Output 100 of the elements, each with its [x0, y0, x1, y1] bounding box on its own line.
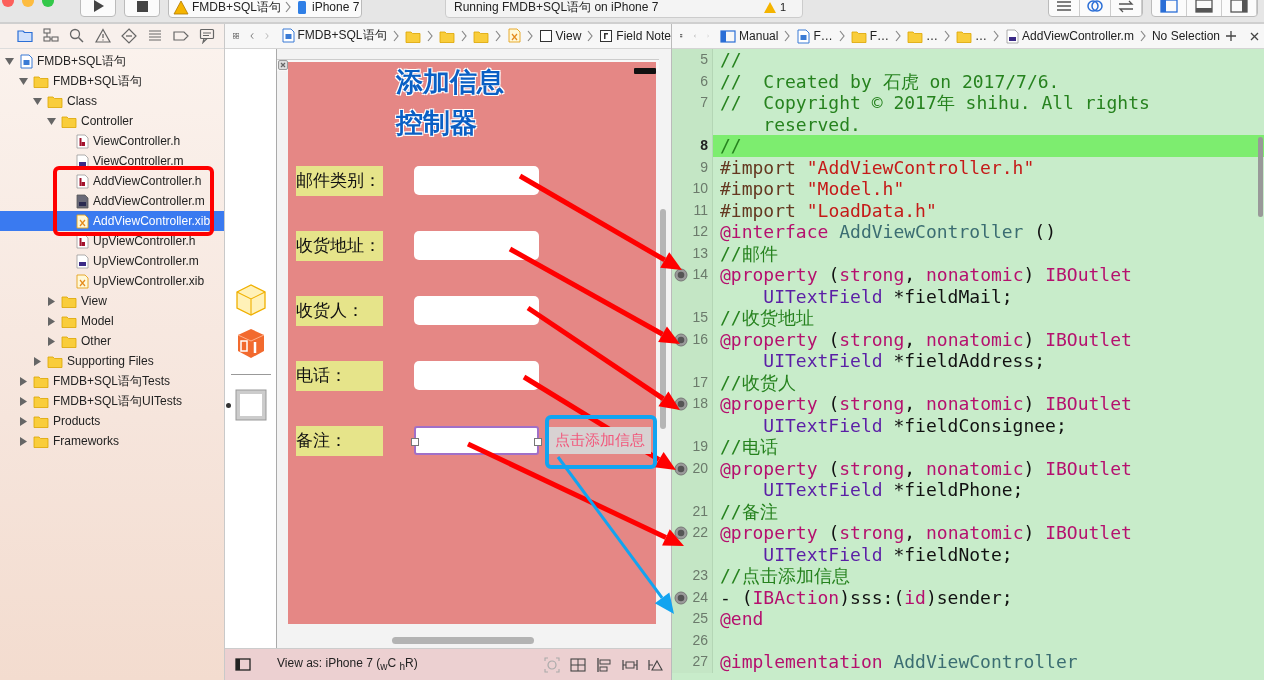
tree-item[interactable]: Supporting Files: [0, 351, 224, 371]
disclosure-icon[interactable]: [46, 335, 57, 347]
code-line: #import "LoadData.h": [720, 199, 938, 221]
line-number: 16: [692, 329, 709, 349]
disclosure-icon[interactable]: [18, 415, 29, 427]
code-line: @property (strong, nonatomic) IBOutlet: [720, 264, 1133, 286]
code-line: @interface AddViewController (): [720, 221, 1057, 243]
tree-item[interactable]: FMDB+SQL语句: [0, 71, 224, 91]
tree-item[interactable]: Frameworks: [0, 431, 224, 451]
issue-navigator-button[interactable]: [95, 28, 111, 44]
resize-handle[interactable]: [534, 438, 542, 447]
test-navigator-button[interactable]: [121, 28, 137, 44]
tree-item[interactable]: AddViewController.m: [0, 191, 224, 211]
outlet-connection-icon[interactable]: [674, 268, 688, 282]
close-button[interactable]: [1249, 30, 1260, 42]
text-field[interactable]: [414, 361, 539, 391]
line-number: 5: [700, 50, 709, 69]
disclosure-icon[interactable]: [46, 295, 57, 307]
code-line: UITextField *fieldMail;: [762, 285, 1014, 307]
breadcrumb-item[interactable]: …: [907, 29, 939, 43]
folder-icon: [404, 29, 421, 43]
chevron-icon: [783, 30, 792, 42]
line-number: 6: [700, 71, 709, 91]
disclosure-icon[interactable]: [46, 315, 57, 327]
code-line: @property (strong, nonatomic) IBOutlet: [720, 328, 1133, 350]
document-icon: [280, 28, 295, 44]
source-file-icon: [75, 153, 89, 169]
line-number: 20: [692, 458, 709, 478]
disclosure-icon[interactable]: [32, 355, 43, 367]
outlet-connection-icon[interactable]: [674, 526, 688, 540]
breadcrumb-item[interactable]: View: [538, 29, 582, 43]
breadcrumb-item[interactable]: FMDB+SQL语句: [280, 27, 387, 45]
tree-item[interactable]: AddViewController.xib: [0, 211, 224, 231]
close-icon[interactable]: [278, 59, 288, 70]
align-button[interactable]: [595, 655, 613, 674]
breadcrumb-item[interactable]: [506, 28, 521, 44]
device-config-label[interactable]: View as: iPhone 7 ($_{w}$C $_{h}$R): [277, 656, 418, 673]
header-file-icon: [75, 133, 89, 149]
line-number: 25: [692, 609, 709, 628]
tree-item[interactable]: UpViewController.h: [0, 231, 224, 251]
breadcrumb-item[interactable]: F…: [796, 28, 833, 44]
line-number: 18: [692, 394, 709, 413]
folder-icon: [61, 294, 77, 308]
stop-button[interactable]: [124, 0, 160, 17]
outlet-connection-icon[interactable]: [674, 590, 688, 605]
breadcrumb-item[interactable]: F…: [850, 29, 890, 43]
disclosure-icon[interactable]: [18, 395, 29, 407]
line-number: 23: [692, 566, 709, 585]
document-outline-button[interactable]: [235, 658, 251, 671]
breadcrumb-item[interactable]: Manual: [720, 28, 779, 44]
disclosure-icon[interactable]: [32, 95, 43, 107]
disclosure-icon[interactable]: [46, 115, 57, 127]
breadcrumb-item[interactable]: …: [956, 29, 988, 43]
report-navigator-button[interactable]: [199, 28, 215, 44]
tree-item[interactable]: FMDB+SQL语句Tests: [0, 371, 224, 391]
code-line: //点击添加信息: [720, 565, 851, 587]
tree-item[interactable]: Class: [0, 91, 224, 111]
tree-item[interactable]: ViewController.m: [0, 151, 224, 171]
disclosure-icon[interactable]: [18, 75, 29, 87]
scrollbar[interactable]: [1258, 137, 1263, 217]
breakpoint-navigator-button[interactable]: [173, 28, 189, 44]
text-field[interactable]: [414, 166, 539, 196]
line-number: 22: [692, 523, 709, 542]
folder-icon: [33, 394, 49, 408]
tree-item[interactable]: Other: [0, 331, 224, 351]
run-button[interactable]: [80, 0, 116, 17]
project-navigator-button[interactable]: [17, 28, 33, 44]
tree-item[interactable]: Controller: [0, 111, 224, 131]
tree-item[interactable]: FMDB+SQL语句: [0, 51, 224, 71]
breadcrumb-item[interactable]: AddViewController.m: [1005, 28, 1134, 44]
tree-item[interactable]: UpViewController.xib: [0, 271, 224, 291]
text-field[interactable]: [414, 231, 539, 261]
add-editor-button[interactable]: [1225, 30, 1237, 42]
warning-count: 1: [779, 1, 786, 13]
embed-stack-button[interactable]: [569, 655, 587, 674]
disclosure-icon[interactable]: [4, 55, 15, 67]
disclosure-icon[interactable]: [18, 375, 29, 387]
tree-item[interactable]: Products: [0, 411, 224, 431]
folder-icon: [61, 114, 77, 128]
folder-icon: [956, 29, 973, 43]
scrollbar[interactable]: [392, 636, 534, 644]
tree-item[interactable]: AddViewController.h: [0, 171, 224, 191]
text-field[interactable]: [414, 296, 539, 326]
code-line: //收货地址: [720, 307, 815, 329]
tree-item[interactable]: Model: [0, 311, 224, 331]
symbol-navigator-button[interactable]: [43, 28, 59, 44]
disclosure-icon[interactable]: [18, 435, 29, 447]
tree-item[interactable]: View: [0, 291, 224, 311]
resize-handle[interactable]: [411, 438, 419, 447]
text-field[interactable]: [414, 426, 539, 456]
breadcrumb-item[interactable]: No Selection: [1151, 29, 1220, 43]
interface-file-icon: [75, 213, 89, 229]
chevron-icon: [992, 30, 1001, 42]
search-button[interactable]: [69, 28, 85, 44]
tree-item[interactable]: FMDB+SQL语句UITests: [0, 391, 224, 411]
play-icon: [91, 0, 105, 13]
tree-item[interactable]: UpViewController.m: [0, 251, 224, 271]
tree-item[interactable]: ViewController.h: [0, 131, 224, 151]
outlet-connection-icon[interactable]: [674, 461, 688, 476]
breadcrumb-item[interactable]: Field Note: [599, 29, 671, 43]
